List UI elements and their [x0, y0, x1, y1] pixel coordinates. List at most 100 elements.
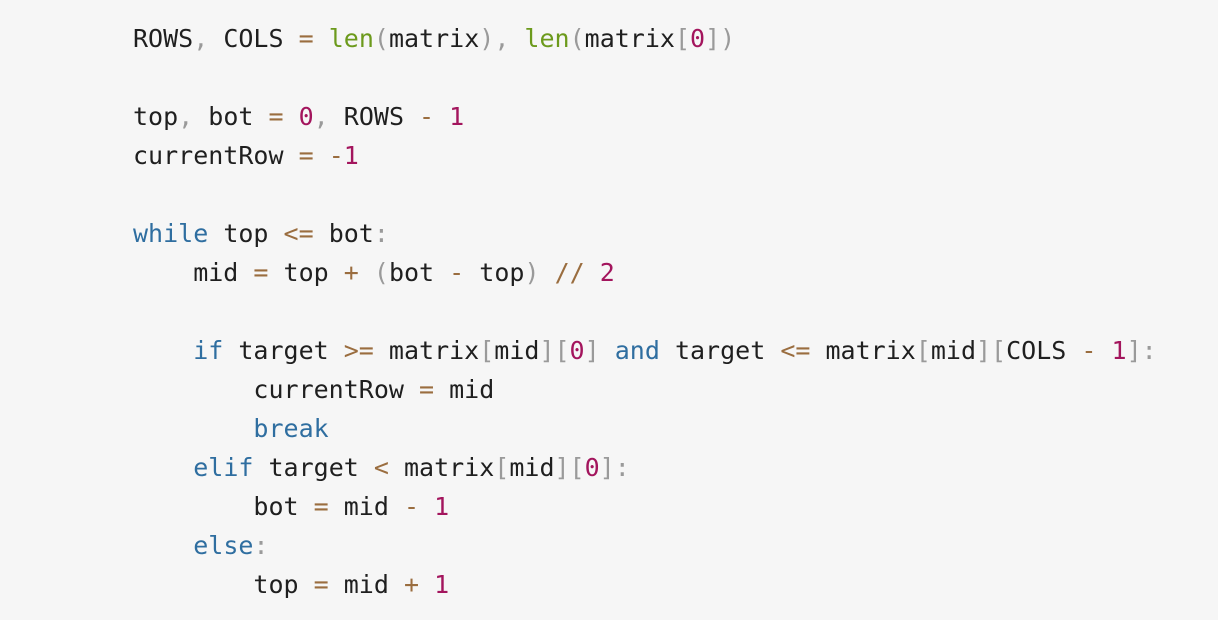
code-token: top [133, 102, 179, 131]
code-token: currentRow [133, 141, 299, 170]
code-token: ) [479, 24, 495, 53]
code-token: < [373, 453, 389, 482]
code-token: bot [133, 492, 314, 521]
code-token: = [313, 570, 329, 599]
code-token: , [178, 102, 194, 131]
code-token: COLS [208, 24, 299, 53]
code-token: bot [313, 219, 374, 248]
code-token: bot [388, 258, 450, 287]
code-line: mid = top + (bot - top) // 2 [133, 253, 615, 292]
code-token: bot [193, 102, 269, 131]
code-token: - [419, 102, 435, 131]
code-token: [ [674, 24, 691, 53]
code-token: currentRow [133, 375, 419, 404]
code-token: 1 [434, 492, 450, 521]
code-line: break [133, 409, 329, 448]
code-token: top [268, 258, 344, 287]
code-token: ROWS [328, 102, 420, 131]
code-token: = [298, 141, 314, 170]
code-token: + [403, 570, 420, 599]
code-token: elif [193, 453, 254, 482]
code-token: = [313, 492, 329, 521]
code-token: - [328, 141, 344, 170]
code-token: 0 [298, 102, 314, 131]
code-token: 1 [449, 102, 465, 131]
code-token: mid [328, 492, 404, 521]
code-line: if target >= matrix[mid][0] and target <… [133, 331, 1157, 370]
code-line: currentRow = mid [133, 370, 494, 409]
code-token: matrix [810, 336, 916, 365]
code-token: if [193, 336, 224, 365]
code-token: mid [133, 258, 254, 287]
code-token: - [449, 258, 465, 287]
code-line: top, bot = 0, ROWS - 1 [133, 97, 464, 136]
code-token: ]) [705, 24, 736, 53]
code-token: : [253, 531, 269, 560]
code-token: else [193, 531, 254, 560]
code-token: break [253, 414, 329, 443]
code-token: while [133, 219, 209, 248]
code-line: bot = mid - 1 [133, 487, 449, 526]
code-token: = [268, 102, 284, 131]
code-token: + [343, 258, 359, 287]
code-token: target [253, 453, 374, 482]
code-token: ( [373, 258, 389, 287]
code-token: 0 [690, 24, 706, 53]
code-line: elif target < matrix[mid][0]: [133, 448, 630, 487]
code-token: 1 [1111, 336, 1127, 365]
code-token: len [328, 24, 374, 53]
code-token: top [133, 570, 314, 599]
code-token: - [1081, 336, 1097, 365]
code-token: = [253, 258, 269, 287]
code-token: ]: [1126, 336, 1157, 365]
code-token: mid [509, 453, 555, 482]
code-token: ] [584, 336, 600, 365]
code-token: [ [915, 336, 931, 365]
code-token: <= [780, 336, 811, 365]
code-token: top [464, 258, 525, 287]
code-token: 1 [434, 570, 450, 599]
code-token: [ [494, 453, 510, 482]
code-token: target [659, 336, 781, 365]
code-line: ROWS, COLS = len(matrix), len(matrix[0]) [133, 19, 735, 58]
code-token: COLS [1006, 336, 1082, 365]
code-token: 0 [584, 453, 600, 482]
code-token: ][ [554, 453, 585, 482]
code-line: while top <= bot: [133, 214, 389, 253]
code-token: - [403, 492, 420, 521]
code-token: , [193, 24, 209, 53]
code-token: mid [494, 336, 540, 365]
code-token: , [313, 102, 329, 131]
code-token: mid [930, 336, 976, 365]
code-token: , [494, 24, 525, 53]
code-token: mid [434, 375, 495, 404]
code-token: >= [343, 336, 374, 365]
code-token: ][ [539, 336, 570, 365]
code-token: ) [524, 258, 540, 287]
code-block: ROWS, COLS = len(matrix), len(matrix[0])… [0, 0, 1218, 620]
code-line: top = mid + 1 [133, 565, 449, 604]
code-token: ( [373, 24, 389, 53]
code-token: = [418, 375, 435, 404]
code-token: ]: [599, 453, 630, 482]
code-token: : [373, 219, 389, 248]
code-token: 2 [599, 258, 615, 287]
code-line: else: [133, 526, 269, 565]
code-token: ( [569, 24, 585, 53]
code-line: currentRow = -1 [133, 136, 359, 175]
code-token: // [554, 258, 585, 287]
code-token: = [298, 24, 314, 53]
code-token: matrix [388, 453, 495, 482]
